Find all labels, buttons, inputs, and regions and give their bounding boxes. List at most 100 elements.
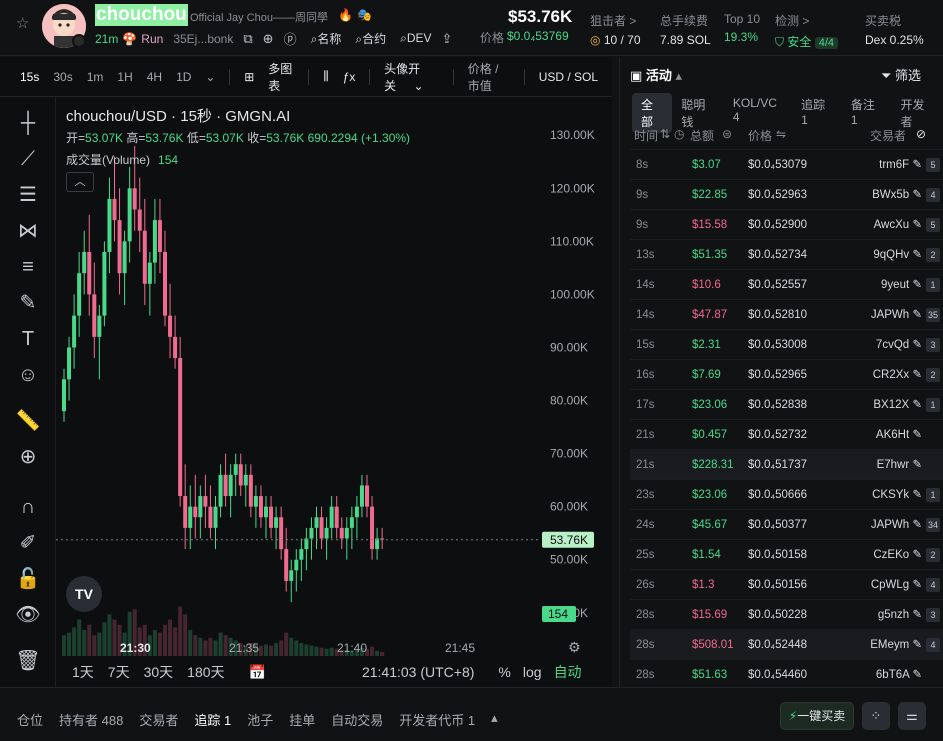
trader-name[interactable]: CKSYk ✎ — [872, 480, 922, 510]
range-180d[interactable]: 180天 — [187, 662, 224, 682]
tab-traders[interactable]: 交易者 — [139, 710, 178, 729]
range-7d[interactable]: 7天 — [108, 662, 130, 682]
swap-icon[interactable]: ⇋ — [776, 127, 786, 141]
trade-row[interactable]: 17s $23.06 $0.0₄52838 BX12X ✎ 1 — [630, 389, 943, 419]
tab-holders[interactable]: 持有者 488 — [59, 710, 123, 729]
trade-row[interactable]: 28s $51.63 $0.0₄54460 6bT6A ✎ — [630, 659, 943, 689]
settings-sliders-icon[interactable]: ⚌ — [898, 702, 926, 730]
trader-name[interactable]: CR2Xx ✎ — [873, 360, 922, 390]
trader-name[interactable]: 9yeut ✎ — [881, 270, 922, 300]
trade-row[interactable]: 24s $45.67 $0.0₄50377 JAPWh ✎ 34 — [630, 509, 943, 539]
search-dev-link[interactable]: ⌕DEV — [400, 31, 431, 46]
chart-settings-icon[interactable]: ⚙ — [568, 640, 581, 656]
trade-row[interactable]: 28s $508.01 $0.0₄52448 EMeym ✎ 4 — [630, 629, 943, 659]
multi-chart-button[interactable]: 多图表 — [268, 60, 294, 94]
trader-name[interactable]: EMeym ✎ — [870, 630, 922, 660]
price-mcap-toggle[interactable]: 价格 / 市值 — [468, 60, 510, 94]
interval-15s[interactable]: 15s — [20, 70, 39, 84]
avatar-toggle-button[interactable]: 头像开关 ⌄ — [384, 60, 439, 94]
contract-address[interactable]: 35Ej...bonk — [173, 32, 233, 46]
tradingview-logo[interactable]: TV — [66, 576, 102, 612]
trade-row[interactable]: 9s $22.85 $0.0₄52963 BWx5b ✎ 4 — [630, 179, 943, 209]
emoji-icon[interactable]: ☺ — [14, 361, 42, 389]
crosshair-icon[interactable]: ┼ — [14, 109, 42, 137]
trader-name[interactable]: E7hwr ✎ — [877, 450, 922, 480]
filter-total-icon[interactable]: ⊜ — [722, 127, 732, 141]
trader-name[interactable]: CpWLg ✎ — [871, 570, 922, 600]
trader-name[interactable]: BX12X ✎ — [873, 390, 922, 420]
quick-buy-button[interactable]: ⚡一键买卖 — [780, 702, 854, 730]
trade-row[interactable]: 13s $51.35 $0.0₄52734 9qQHv ✎ 2 — [630, 239, 943, 269]
trend-line-icon[interactable]: ⟋ — [14, 145, 42, 173]
col-total[interactable]: 总额 — [690, 127, 714, 144]
trade-row[interactable]: 9s $15.58 $0.0₄52900 AwcXu ✎ 5 — [630, 209, 943, 239]
add-chart-icon[interactable]: ⊞ — [244, 70, 254, 84]
collapse-legend-button[interactable]: ︿ — [66, 172, 94, 192]
pump-icon[interactable]: ⓟ — [284, 29, 297, 48]
copy-icon[interactable]: ⧉ — [243, 31, 252, 47]
trade-row[interactable]: 15s $2.31 $0.0₄53008 7cvQd ✎ 3 — [630, 329, 943, 359]
globe-icon[interactable]: ⊕ — [263, 31, 274, 47]
interval-1h[interactable]: 1H — [117, 70, 132, 84]
favorite-star-icon[interactable]: ☆ — [16, 16, 32, 32]
trader-name[interactable]: JAPWh ✎ — [871, 510, 922, 540]
trade-row[interactable]: 14s $47.87 $0.0₄52810 JAPWh ✎ 35 — [630, 299, 943, 329]
tab-positions[interactable]: 仓位 — [17, 710, 43, 729]
indicator-fx-icon[interactable]: ƒx — [343, 70, 356, 84]
zoom-in-icon[interactable]: ⊕ — [14, 443, 42, 471]
tab-tracking[interactable]: 追踪 1 — [194, 710, 231, 729]
unlock-icon[interactable]: 🔓 — [14, 565, 42, 593]
sort-icon[interactable]: ⇅ — [660, 127, 670, 141]
ruler-icon[interactable]: 📏 — [14, 407, 42, 435]
calendar-icon[interactable]: 📅 — [249, 664, 266, 681]
search-name-link[interactable]: ⌕名称 — [311, 30, 342, 47]
brush-icon[interactable]: ✎ — [14, 289, 42, 317]
lock-drawing-icon[interactable]: ✐ — [14, 529, 42, 557]
share-icon[interactable]: ⇪ — [442, 31, 453, 47]
price-chart[interactable]: 130.00K 120.00K 110.00K 100.00K 90.00K 80.00K… — [56, 114, 612, 657]
trader-name[interactable]: BWx5b ✎ — [872, 180, 922, 210]
trader-name[interactable]: AK6Ht ✎ — [876, 420, 922, 450]
trade-row[interactable]: 16s $7.69 $0.0₄52965 CR2Xx ✎ 2 — [630, 359, 943, 389]
candle-type-icon[interactable]: ⫼ — [323, 69, 329, 84]
pattern-icon[interactable]: ⋈ — [14, 217, 42, 245]
tab-auto-trade[interactable]: 自动交易 — [331, 710, 383, 729]
horizontal-lines-icon[interactable]: ☰ — [14, 181, 42, 209]
trader-name[interactable]: CzEKo ✎ — [873, 540, 922, 570]
search-contract-link[interactable]: ⌕合约 — [355, 30, 386, 47]
col-price[interactable]: 价格 — [748, 127, 772, 144]
interval-1d[interactable]: 1D — [176, 70, 191, 84]
sort-up-icon[interactable]: ▴ — [676, 68, 683, 83]
trade-row[interactable]: 14s $10.6 $0.0₄52557 9yeut ✎ 1 — [630, 269, 943, 299]
trader-name[interactable]: g5nzh ✎ — [878, 600, 922, 630]
trader-name[interactable]: AwcXu ✎ — [874, 210, 922, 240]
trade-row[interactable]: 28s $15.69 $0.0₄50228 g5nzh ✎ 3 — [630, 599, 943, 629]
interval-1m[interactable]: 1m — [87, 70, 104, 84]
trade-row[interactable]: 21s $0.457 $0.0₄52732 AK6Ht ✎ — [630, 419, 943, 449]
trade-row[interactable]: 21s $228.31 $0.0₄51737 E7hwr ✎ — [630, 449, 943, 479]
trade-row[interactable]: 23s $23.06 $0.0₄50666 CKSYk ✎ 1 — [630, 479, 943, 509]
auto-scale-toggle[interactable]: 自动 — [554, 662, 582, 682]
trade-row[interactable]: 25s $1.54 $0.0₄50158 CzEKo ✎ 2 — [630, 539, 943, 569]
col-time[interactable]: 时间 — [634, 127, 658, 144]
audit-stat[interactable]: 检测 > ⛉ 安全 4/4 — [775, 12, 838, 50]
range-30d[interactable]: 30天 — [144, 662, 174, 682]
tab-pools[interactable]: 池子 — [247, 710, 273, 729]
range-1d[interactable]: 1天 — [72, 662, 94, 682]
trade-row[interactable]: 8s $3.07 $0.0₄53079 trm6F ✎ 5 — [630, 149, 943, 179]
trade-row[interactable]: 26s $1.3 $0.0₄50156 CpWLg ✎ 4 — [630, 569, 943, 599]
currency-toggle[interactable]: USD / SOL — [539, 70, 598, 84]
panel-toggle-icon[interactable]: ▣ — [630, 68, 646, 83]
bubbles-icon[interactable]: ⁘ — [862, 702, 890, 730]
interval-4h[interactable]: 4H — [147, 70, 162, 84]
hide-icon[interactable]: ⊘ — [916, 127, 926, 141]
text-icon[interactable]: T — [14, 325, 42, 353]
tab-orders[interactable]: 挂单 — [289, 710, 315, 729]
trader-name[interactable]: 6bT6A ✎ — [876, 660, 922, 690]
eye-icon[interactable]: 👁 — [14, 601, 42, 629]
trader-name[interactable]: 9qQHv ✎ — [873, 240, 922, 270]
snipers-stat[interactable]: 狙击者 > ◎ 10 / 70 — [590, 12, 641, 47]
log-toggle[interactable]: log — [523, 664, 542, 680]
chevron-down-icon[interactable]: ⌄ — [205, 70, 215, 84]
col-trader[interactable]: 交易者 — [870, 127, 906, 144]
